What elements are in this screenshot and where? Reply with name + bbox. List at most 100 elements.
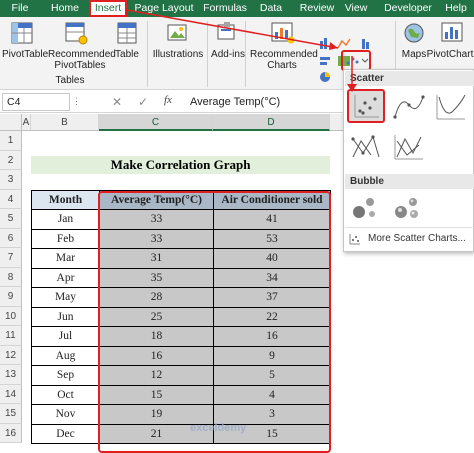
row-header[interactable]: 13	[0, 365, 22, 385]
table-cell[interactable]: 53	[213, 228, 331, 249]
column-header-b[interactable]: B	[31, 114, 99, 131]
table-cell[interactable]: 37	[213, 287, 331, 308]
tab-home[interactable]: Home	[46, 0, 84, 17]
table-cell[interactable]: 28	[99, 287, 214, 308]
table-cell[interactable]: 16	[99, 345, 214, 366]
table-cell[interactable]: 15	[99, 384, 214, 405]
table-cell[interactable]: 5	[213, 365, 331, 386]
row-header[interactable]: 1	[0, 131, 22, 151]
row-header[interactable]: 16	[0, 423, 22, 443]
table-cell[interactable]: May	[31, 287, 100, 308]
tab-file[interactable]: File	[4, 0, 36, 17]
table-cell[interactable]: Oct	[31, 384, 100, 405]
bubble-option[interactable]	[347, 192, 385, 226]
table-cell[interactable]: 4	[213, 384, 331, 405]
row-header[interactable]: 10	[0, 306, 22, 326]
table-cell[interactable]: Nov	[31, 404, 100, 425]
table-cell[interactable]: Dec	[31, 423, 100, 444]
row-header[interactable]: 14	[0, 384, 22, 404]
column-header-c[interactable]: C	[99, 114, 213, 131]
recommended-pivottables-button[interactable]: Recommended PivotTables	[48, 49, 116, 71]
recommended-charts-icon[interactable]	[270, 21, 296, 45]
table-cell[interactable]: Sep	[31, 365, 100, 386]
illustrations-icon[interactable]	[166, 21, 190, 45]
scatter-smooth-lines-markers-option[interactable]	[389, 91, 427, 125]
tab-view[interactable]: View	[340, 0, 372, 17]
scatter-markers-icon	[354, 95, 379, 118]
table-cell[interactable]: 16	[213, 326, 331, 347]
3d-bubble-option[interactable]	[389, 192, 427, 226]
table-cell[interactable]: 25	[99, 306, 214, 327]
table-cell[interactable]: Jun	[31, 306, 100, 327]
tab-help[interactable]: Help	[440, 0, 472, 17]
table-cell[interactable]: 22	[213, 306, 331, 327]
table-cell[interactable]: 31	[99, 248, 214, 269]
table-header-cell[interactable]: Air Conditioner sold	[213, 189, 331, 210]
scatter-smooth-lines-option[interactable]	[431, 91, 469, 125]
table-cell[interactable]: Jan	[31, 209, 100, 230]
insert-scatter-button[interactable]	[341, 50, 371, 71]
table-cell[interactable]: Mar	[31, 248, 100, 269]
table-cell[interactable]: Feb	[31, 228, 100, 249]
row-header[interactable]: 3	[0, 170, 22, 190]
table-icon[interactable]	[116, 21, 138, 45]
row-header[interactable]: 9	[0, 287, 22, 307]
table-cell[interactable]: 18	[99, 326, 214, 347]
scatter-straight-lines-option[interactable]	[389, 131, 427, 165]
row-header[interactable]: 4	[0, 189, 22, 209]
name-box[interactable]: C4	[2, 93, 70, 111]
column-header-d[interactable]: D	[213, 114, 330, 131]
row-header[interactable]: 7	[0, 248, 22, 268]
tab-page-layout[interactable]: Page Layout	[133, 0, 195, 17]
row-header[interactable]: 5	[0, 209, 22, 229]
pivotchart-icon[interactable]	[440, 21, 466, 45]
tab-developer[interactable]: Developer	[380, 0, 436, 17]
table-cell[interactable]: Jul	[31, 326, 100, 347]
select-all-corner[interactable]	[0, 114, 22, 131]
table-cell[interactable]: 40	[213, 248, 331, 269]
table-cell[interactable]: 12	[99, 365, 214, 386]
table-header-cell[interactable]: Average Temp(°C)	[99, 189, 214, 210]
table-cell[interactable]: 33	[99, 209, 214, 230]
tab-review[interactable]: Review	[296, 0, 338, 17]
addins-button[interactable]: Add-ins	[210, 49, 246, 60]
addins-icon[interactable]	[216, 21, 238, 43]
table-cell[interactable]: Apr	[31, 267, 100, 288]
table-cell[interactable]: 34	[213, 267, 331, 288]
more-charts-icon	[349, 234, 360, 245]
table-cell[interactable]: 9	[213, 345, 331, 366]
table-cell[interactable]: 33	[99, 228, 214, 249]
sheet-title[interactable]: Make Correlation Graph	[31, 156, 330, 174]
cancel-icon[interactable]: ✕	[112, 95, 122, 109]
tab-insert[interactable]: Insert	[89, 0, 127, 17]
illustrations-button[interactable]: Illustrations	[152, 49, 204, 60]
formula-input[interactable]: Average Temp(°C)	[190, 94, 280, 110]
row-header[interactable]: 8	[0, 267, 22, 287]
tab-data[interactable]: Data	[255, 0, 287, 17]
pivottable-button[interactable]: PivotTable	[2, 49, 48, 60]
scatter-straight-lines-markers-icon	[351, 135, 380, 158]
insert-function-icon[interactable]: fx	[164, 94, 172, 106]
row-header[interactable]: 2	[0, 150, 22, 170]
table-cell[interactable]: Aug	[31, 345, 100, 366]
row-header[interactable]: 15	[0, 404, 22, 424]
table-button[interactable]: Table	[112, 49, 142, 60]
menu-divider	[345, 227, 474, 228]
maps-icon[interactable]	[402, 21, 426, 45]
scatter-straight-lines-markers-option[interactable]	[347, 131, 385, 165]
column-header-a[interactable]: A	[22, 114, 31, 131]
enter-icon[interactable]: ✓	[138, 95, 148, 109]
table-cell[interactable]: 41	[213, 209, 331, 230]
pivotchart-button[interactable]: PivotChart	[426, 49, 474, 60]
table-cell[interactable]: 35	[99, 267, 214, 288]
table-header-cell[interactable]: Month	[31, 189, 100, 210]
row-header[interactable]: 12	[0, 345, 22, 365]
tab-formulas[interactable]: Formulas	[200, 0, 250, 17]
more-scatter-charts-link[interactable]: More Scatter Charts...	[368, 233, 466, 244]
recommended-pivottables-icon[interactable]	[64, 21, 88, 45]
scatter-option[interactable]	[347, 89, 385, 123]
pivottable-icon[interactable]	[10, 21, 34, 45]
recommended-charts-button[interactable]: Recommended Charts	[250, 49, 318, 71]
row-header[interactable]: 11	[0, 326, 22, 346]
row-header[interactable]: 6	[0, 228, 22, 248]
